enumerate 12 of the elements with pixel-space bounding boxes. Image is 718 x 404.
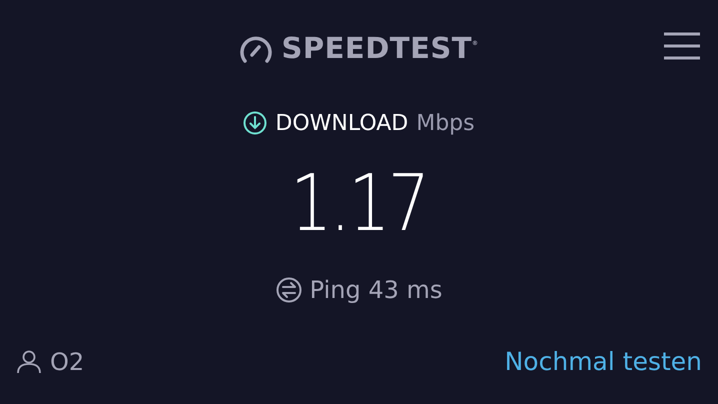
ping-text: Ping 43 ms [310,275,442,306]
unit-label: Mbps [416,110,475,138]
test-again-link[interactable]: Nochmal testen [504,343,702,381]
provider-name: O2 [50,347,84,378]
speed-value: 1.17 [290,165,428,243]
download-icon [243,111,268,135]
download-label: DOWNLOAD [275,110,408,138]
gauge-icon [239,34,274,64]
person-icon [16,350,42,374]
ping-icon [276,277,302,303]
menu-button[interactable] [664,32,700,60]
logo-text: SPEEDTEST$^{®}$ [281,30,479,68]
